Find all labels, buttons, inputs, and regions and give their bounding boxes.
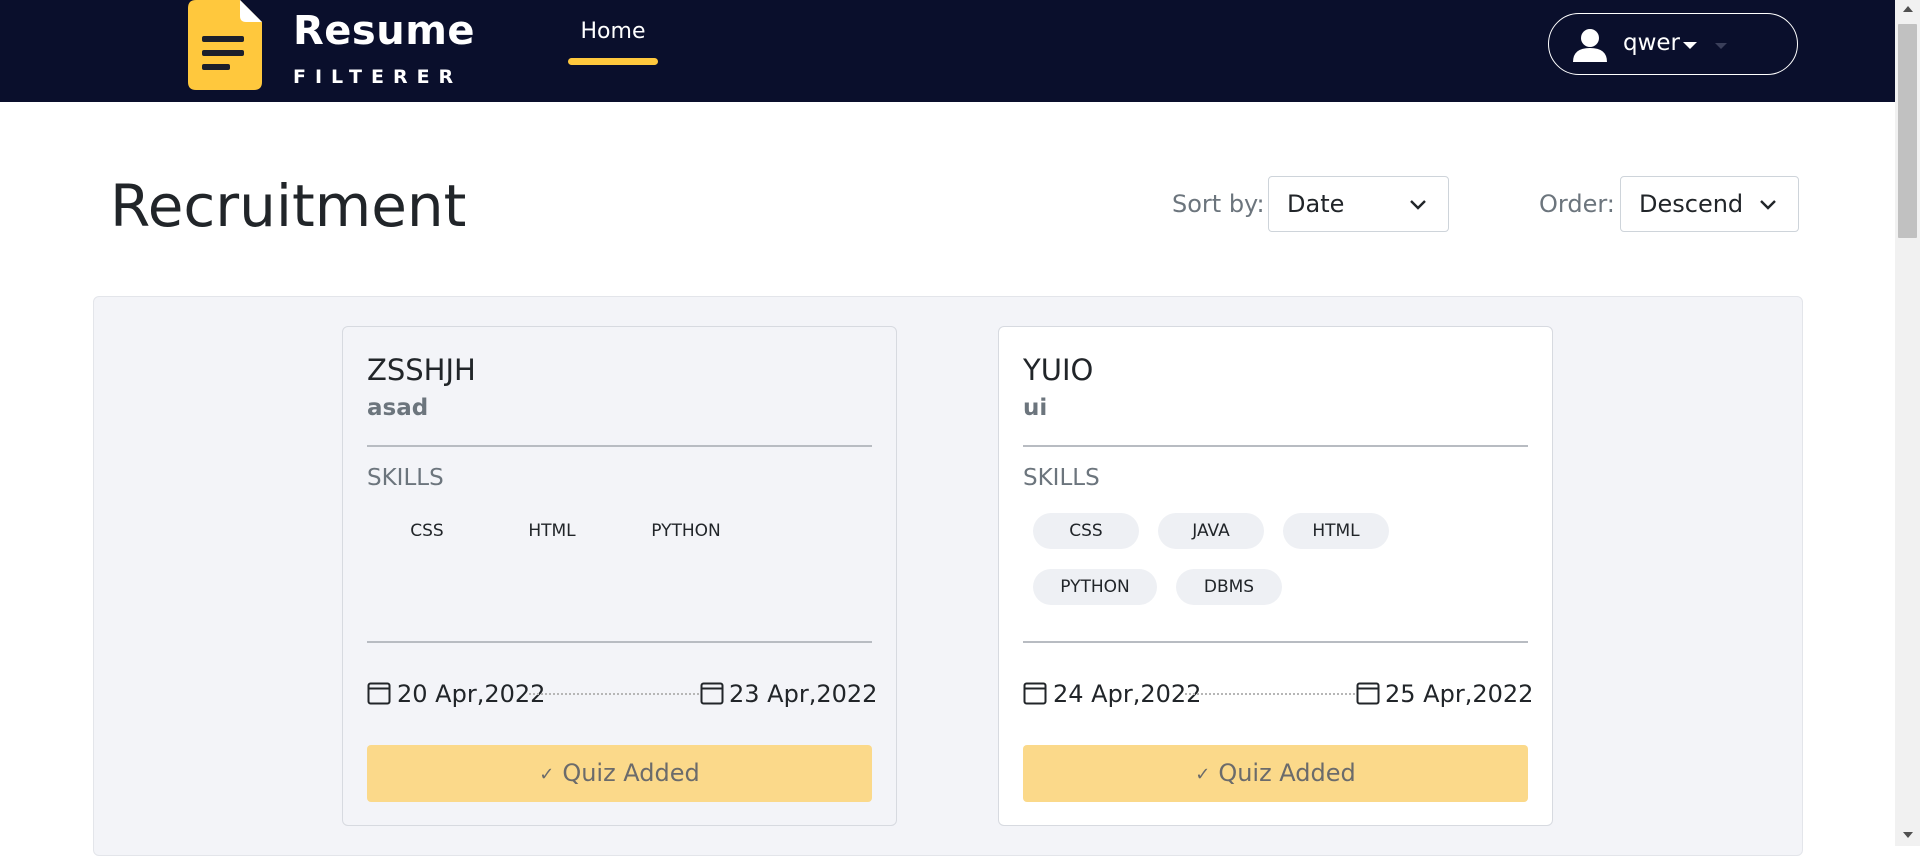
document-icon[interactable] — [188, 0, 262, 90]
brand-subtitle[interactable]: FILTERER — [293, 66, 462, 88]
check-icon: ✓ — [539, 764, 555, 785]
skills-title: SKILLS — [1023, 465, 1100, 491]
user-name: qwer — [1623, 30, 1681, 56]
skill-chip: HTML — [1283, 513, 1389, 549]
skill-chip: DBMS — [1176, 569, 1282, 605]
candidate-name: ZSSHJH — [367, 353, 476, 387]
quiz-added-button[interactable]: ✓ Quiz Added — [367, 745, 872, 802]
calendar-icon — [1023, 682, 1047, 705]
date-connector — [529, 693, 699, 695]
date-connector — [1185, 693, 1355, 695]
order-label: Order: — [1539, 190, 1615, 218]
skill-chip: JAVA — [1158, 513, 1264, 549]
end-date: 23 Apr,2022 — [729, 680, 878, 708]
chevron-down-icon — [1410, 200, 1426, 210]
sort-by-select[interactable]: Date — [1268, 176, 1449, 232]
candidate-subtitle: asad — [367, 395, 429, 421]
skill-chip: HTML — [528, 521, 576, 541]
candidate-card[interactable]: YUIO ui SKILLS CSS JAVA HTML PYTHON DBMS… — [998, 326, 1553, 826]
start-date: 20 Apr,2022 — [397, 680, 546, 708]
chevron-down-icon — [1683, 42, 1697, 49]
start-date: 24 Apr,2022 — [1053, 680, 1202, 708]
active-nav-indicator — [568, 58, 658, 65]
nav-home-link[interactable]: Home — [568, 16, 658, 64]
candidate-name: YUIO — [1023, 353, 1094, 387]
quiz-added-button[interactable]: ✓ Quiz Added — [1023, 745, 1528, 802]
skill-chip: CSS — [1033, 513, 1139, 549]
divider — [1023, 445, 1528, 447]
user-menu-button[interactable]: qwer — [1548, 13, 1798, 75]
brand-title[interactable]: Resume — [293, 8, 475, 54]
scroll-up-arrow-icon[interactable] — [1903, 6, 1913, 12]
order-select[interactable]: Descendir — [1620, 176, 1799, 232]
chevron-down-icon — [1758, 194, 1778, 214]
scrollbar-thumb[interactable] — [1898, 24, 1917, 238]
end-date: 25 Apr,2022 — [1385, 680, 1534, 708]
top-navbar: Resume FILTERER Home qwer — [0, 0, 1895, 102]
calendar-icon — [1356, 682, 1380, 705]
skill-chip: CSS — [410, 521, 444, 541]
calendar-icon — [367, 682, 391, 705]
user-icon — [1573, 29, 1607, 62]
sort-by-label: Sort by: — [1172, 190, 1265, 218]
order-value: Descendir — [1639, 190, 1745, 218]
skill-chip: PYTHON — [651, 521, 721, 541]
skill-chip: PYTHON — [1033, 569, 1157, 605]
skills-title: SKILLS — [367, 465, 444, 491]
page-title: Recruitment — [110, 172, 467, 240]
page-scrollbar[interactable] — [1895, 0, 1920, 846]
candidate-subtitle: ui — [1023, 395, 1048, 421]
candidate-card[interactable]: ZSSHJH asad SKILLS CSS HTML PYTHON 20 Ap… — [342, 326, 897, 826]
divider — [367, 641, 872, 643]
chevron-down-icon — [1715, 43, 1727, 49]
quiz-button-label: Quiz Added — [562, 759, 700, 787]
sort-by-value: Date — [1287, 190, 1345, 218]
scroll-down-arrow-icon[interactable] — [1903, 832, 1913, 838]
check-icon: ✓ — [1195, 764, 1211, 785]
divider — [1023, 641, 1528, 643]
calendar-icon — [700, 682, 724, 705]
quiz-button-label: Quiz Added — [1218, 759, 1356, 787]
divider — [367, 445, 872, 447]
